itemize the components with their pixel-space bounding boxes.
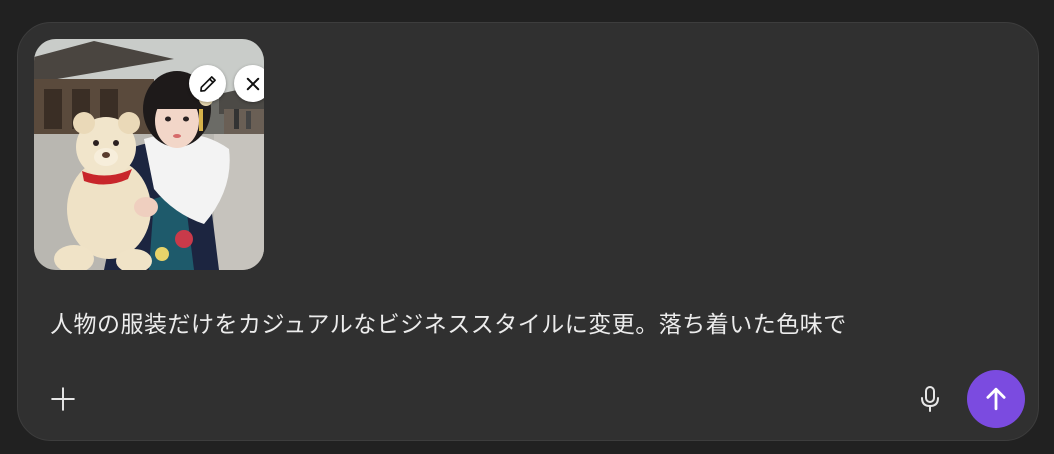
plus-icon [51, 387, 75, 411]
voice-input-button[interactable] [911, 380, 949, 418]
close-icon [246, 77, 259, 90]
microphone-icon [921, 386, 939, 412]
prompt-input[interactable]: 人物の服装だけをカジュアルなビジネススタイルに変更。落ち着いた色味で [50, 308, 1010, 342]
send-button[interactable] [967, 370, 1025, 428]
edit-attachment-button[interactable] [189, 65, 226, 102]
attachment-photo [34, 39, 264, 270]
image-attachment[interactable] [34, 39, 264, 270]
pencil-icon [199, 75, 216, 92]
message-composer: 人物の服装だけをカジュアルなビジネススタイルに変更。落ち着いた色味で [17, 22, 1039, 441]
arrow-up-icon [986, 387, 1006, 411]
remove-attachment-button[interactable] [234, 65, 264, 102]
add-attachment-button[interactable] [44, 380, 82, 418]
